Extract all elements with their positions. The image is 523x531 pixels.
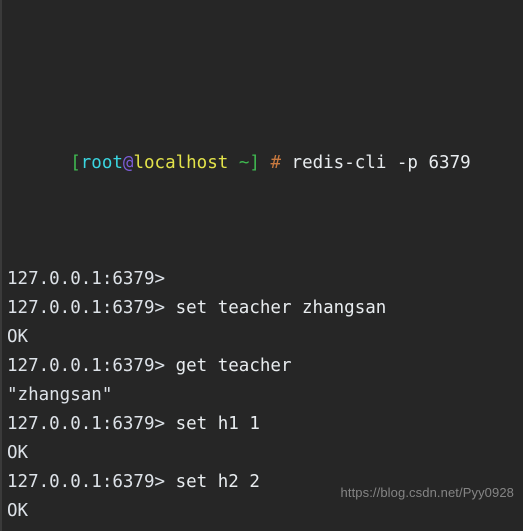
terminal-output-line: OK <box>7 439 523 468</box>
terminal-output-line: "zhangsan" <box>7 381 523 410</box>
terminal-screen[interactable]: [root@localhost ~] # redis-cli -p 6379 1… <box>7 4 523 531</box>
prompt-hash-symbol: # <box>270 153 281 173</box>
prompt-at-symbol: @ <box>122 153 134 173</box>
output-text: OK <box>7 443 29 463</box>
output-text: "zhangsan" <box>7 385 113 405</box>
prompt-user: root <box>80 153 123 173</box>
watermark-text: https://blog.csdn.net/Pyy0928 <box>340 485 514 500</box>
redis-prompt: 127.0.0.1:6379> <box>7 414 166 434</box>
redis-prompt: 127.0.0.1:6379> <box>7 472 166 492</box>
terminal-output-line: OK <box>7 323 523 352</box>
output-text: OK <box>7 501 29 521</box>
shell-prompt-line: [root@localhost ~] # redis-cli -p 6379 <box>7 120 523 173</box>
prompt-path-close: ~] <box>228 153 260 173</box>
terminal-window[interactable]: [root@localhost ~] # redis-cli -p 6379 1… <box>0 0 523 531</box>
redis-prompt-line: 127.0.0.1:6379> <box>7 265 523 294</box>
output-text: OK <box>7 327 29 347</box>
prompt-hostname: localhost <box>133 153 229 173</box>
redis-command-text: set h2 2 <box>165 472 260 492</box>
redis-prompt: 127.0.0.1:6379> <box>7 356 166 376</box>
redis-prompt-line: 127.0.0.1:6379> set teacher zhangsan <box>7 294 523 323</box>
prompt-open-bracket: [ <box>70 153 81 173</box>
redis-command-text: set teacher zhangsan <box>165 298 387 318</box>
redis-prompt: 127.0.0.1:6379> <box>7 269 166 289</box>
redis-prompt: 127.0.0.1:6379> <box>7 298 166 318</box>
redis-command-text: set h1 1 <box>165 414 260 434</box>
redis-prompt-line: 127.0.0.1:6379> set h1 1 <box>7 410 523 439</box>
redis-command-text: get teacher <box>165 356 292 376</box>
redis-prompt-line: 127.0.0.1:6379> set h3 3 <box>7 526 523 531</box>
shell-command-text: redis-cli -p 6379 <box>281 153 471 173</box>
redis-prompt-line: 127.0.0.1:6379> get teacher <box>7 352 523 381</box>
